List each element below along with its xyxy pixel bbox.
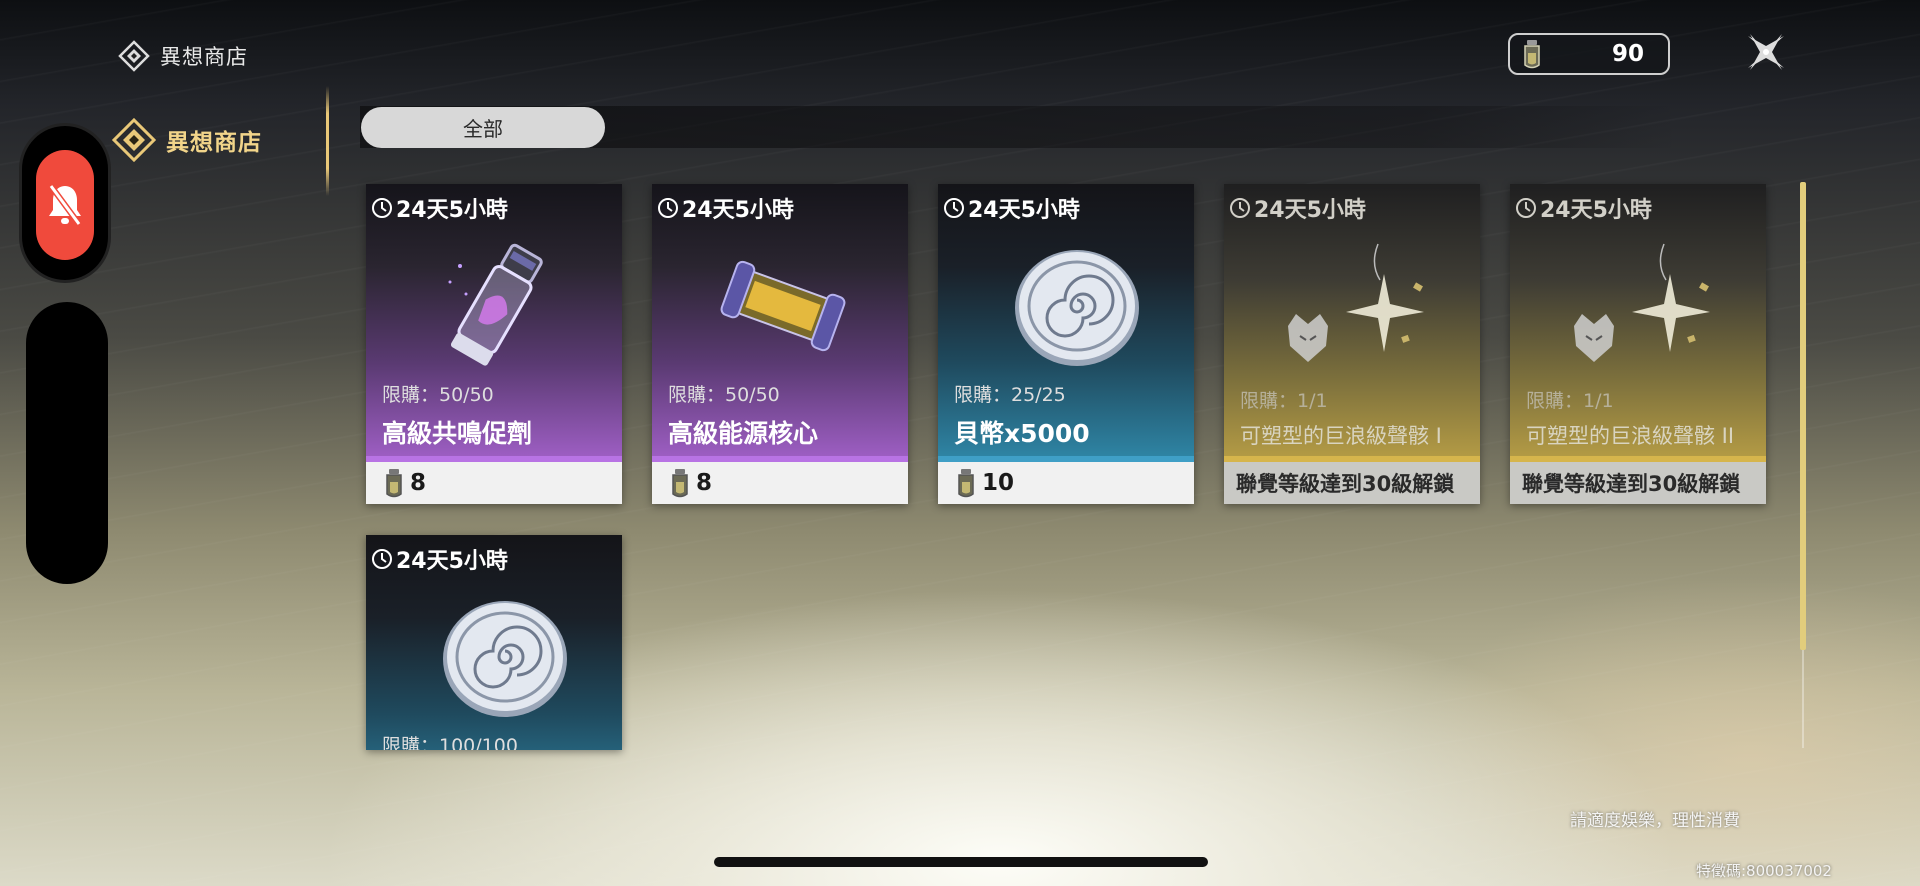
card-purchase-limit: 限購：50/50 <box>382 384 494 406</box>
clock-icon <box>372 549 392 569</box>
status-pill-lower <box>26 302 108 584</box>
card-price-value: 10 <box>982 470 1015 496</box>
spending-notice: 請適度娛樂，理性消費 <box>1570 811 1740 831</box>
card-item-name: 可塑型的巨浪級聲骸 I <box>1240 424 1442 448</box>
card-price: 10 <box>938 462 1194 504</box>
tide-vial-icon <box>1524 40 1540 69</box>
card-lock-text: 聯覺等級達到30級解鎖 <box>1236 472 1455 496</box>
close-button[interactable] <box>1744 30 1788 74</box>
bell-muted-icon <box>48 184 82 226</box>
card-item-name: 高級能源核心 <box>668 419 819 448</box>
card-price-value: 8 <box>696 470 713 496</box>
close-star-icon <box>1748 34 1784 70</box>
card-art: 24天5小時 限購：50/50 高級能源核心 <box>652 184 908 460</box>
shell-credit-coin-icon <box>443 601 567 717</box>
card-price: 8 <box>652 462 908 504</box>
card-timer: 24天5小時 <box>370 543 508 575</box>
silent-mode-indicator <box>36 150 94 260</box>
build-code: 特徵碼:800037002 <box>1696 862 1832 880</box>
shop-card-shell-credit-2[interactable]: 24天5小時 限購：100/100 <box>366 535 622 750</box>
card-lock-notice: 聯覺等級達到30級解鎖 <box>1224 462 1480 504</box>
tab-all[interactable]: 全部 <box>361 107 605 148</box>
card-lock-notice: 聯覺等級達到30級解鎖 <box>1510 462 1766 504</box>
card-item-name: 貝幣x5000 <box>954 419 1090 448</box>
home-indicator[interactable] <box>714 857 1208 867</box>
card-art: 24天5小時 限購：100/100 <box>366 535 622 750</box>
clock-icon <box>372 198 392 218</box>
currency-counter[interactable]: 90 <box>1508 33 1670 75</box>
card-art: 24天5小時 限購：1/1 可塑型的巨浪級聲骸 II <box>1510 184 1766 460</box>
sidebar-item-label: 異想商店 <box>166 130 262 156</box>
shop-card-echo-2[interactable]: 24天5小時 限購：1/1 可塑型的巨浪級聲骸 II 聯覺等級達到30級解鎖 <box>1510 184 1766 504</box>
shop-header: 異想商店 <box>118 40 248 72</box>
card-purchase-limit: 限購：1/1 <box>1526 390 1614 412</box>
shell-credit-coin-icon <box>1015 250 1139 366</box>
card-purchase-limit: 限購：1/1 <box>1240 390 1328 412</box>
echo-wolf-sparkle-icon <box>1574 243 1710 362</box>
card-timer-text: 24天5小時 <box>682 198 794 223</box>
status-pill <box>22 126 108 280</box>
card-item-name: 高級共鳴促劑 <box>382 419 533 448</box>
sidebar-active-marker <box>326 86 329 196</box>
shop-header-label: 異想商店 <box>160 45 248 69</box>
card-timer: 24天5小時 <box>370 192 508 224</box>
clock-icon <box>1516 198 1536 218</box>
card-purchase-limit: 限購：25/25 <box>954 384 1066 406</box>
shop-diamond-gold-icon <box>112 118 156 162</box>
card-price-value: 8 <box>410 470 427 496</box>
shop-diamond-icon <box>118 40 150 72</box>
card-art: 24天5小時 限購：25/25 貝幣x5000 <box>938 184 1194 460</box>
card-price: 8 <box>366 462 622 504</box>
sidebar-item-shop[interactable]: 異想商店 <box>112 118 262 162</box>
tide-vial-icon <box>958 469 974 498</box>
card-timer-text: 24天5小時 <box>1254 198 1366 223</box>
clock-icon <box>1230 198 1250 218</box>
tide-vial-icon <box>672 469 688 498</box>
card-lock-text: 聯覺等級達到30級解鎖 <box>1522 472 1741 496</box>
energy-core-icon <box>720 260 846 352</box>
clock-icon <box>944 198 964 218</box>
card-art: 24天5小時 限購：1/1 可塑型的巨浪級聲骸 I <box>1224 184 1480 460</box>
shop-card-shell-credit[interactable]: 24天5小時 限購：25/25 貝幣x5000 10 <box>938 184 1194 504</box>
currency-value: 90 <box>1611 41 1644 67</box>
clock-icon <box>658 198 678 218</box>
scrollbar-thumb[interactable] <box>1800 182 1806 650</box>
card-timer-text: 24天5小時 <box>396 198 508 223</box>
card-timer: 24天5小時 <box>1228 192 1366 224</box>
card-art: 24天5小時 限購：50/50 高級共鳴促劑 <box>366 184 622 460</box>
shop-card-resonance-potion[interactable]: 24天5小時 限購：50/50 高級共鳴促劑 8 <box>366 184 622 504</box>
tide-vial-icon <box>386 469 402 498</box>
shop-card-echo-1[interactable]: 24天5小時 限購：1/1 可塑型的巨浪級聲骸 I 聯覺等級達到30級解鎖 <box>1224 184 1480 504</box>
potion-vial-icon <box>448 243 543 366</box>
card-purchase-limit: 限購：100/100 <box>382 735 518 750</box>
card-purchase-limit: 限購：50/50 <box>668 384 780 406</box>
card-timer: 24天5小時 <box>1514 192 1652 224</box>
card-timer-text: 24天5小時 <box>396 549 508 574</box>
card-timer: 24天5小時 <box>656 192 794 224</box>
card-timer-text: 24天5小時 <box>968 198 1080 223</box>
shop-card-energy-core[interactable]: 24天5小時 限購：50/50 高級能源核心 8 <box>652 184 908 504</box>
echo-wolf-sparkle-icon <box>1288 243 1424 362</box>
card-item-name: 可塑型的巨浪級聲骸 II <box>1526 424 1735 448</box>
card-timer: 24天5小時 <box>942 192 1080 224</box>
card-timer-text: 24天5小時 <box>1540 198 1652 223</box>
